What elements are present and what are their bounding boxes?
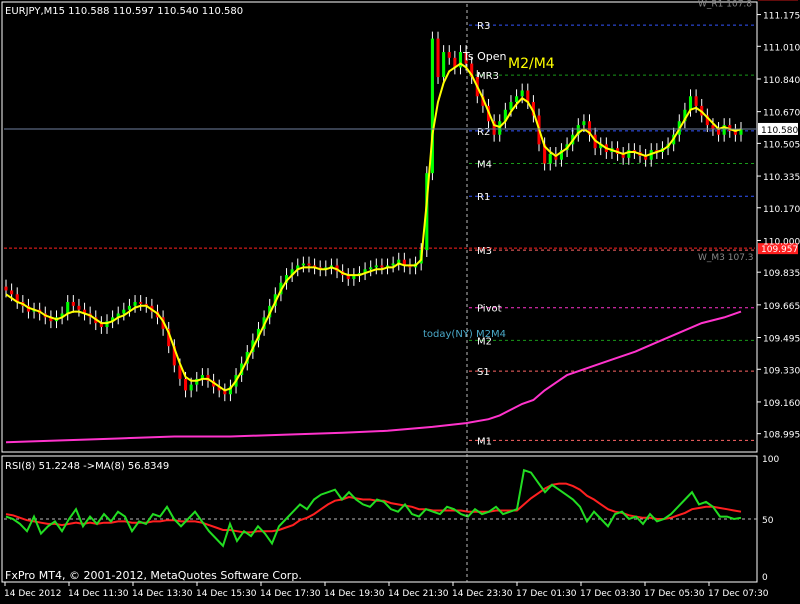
- time-tick-label: 14 Dec 11:30: [68, 589, 129, 599]
- time-tick-label: 17 Dec 05:30: [644, 589, 705, 599]
- pivot-label: M4: [477, 160, 492, 171]
- price-tick-label: 109.835: [763, 269, 800, 279]
- candle-body: [436, 39, 439, 77]
- m2m4-label: M2/M4: [508, 56, 555, 72]
- candle-body: [66, 302, 69, 314]
- time-tick-label: 14 Dec 13:30: [132, 589, 193, 599]
- time-tick-label: 14 Dec 19:30: [324, 589, 385, 599]
- pivot-label: S1: [477, 367, 490, 378]
- price-tick-label: 109.160: [763, 399, 800, 409]
- candle-body: [689, 96, 692, 109]
- candle-body: [139, 302, 142, 304]
- time-tick-label: 17 Dec 01:30: [516, 589, 577, 599]
- candle-body: [695, 96, 698, 106]
- candle-body: [515, 96, 518, 102]
- candle-body: [582, 121, 585, 125]
- ts-open-label: Ts Open: [462, 50, 507, 63]
- candle-body: [442, 52, 445, 77]
- candle-body: [10, 290, 13, 294]
- price-tick-label: 108.995: [763, 431, 800, 441]
- time-tick-label: 14 Dec 17:30: [260, 589, 321, 599]
- price-tick-label: 110.840: [763, 76, 800, 86]
- pivot-label: Pivot: [477, 304, 502, 315]
- symbol-info: EURJPY,M15 110.588 110.597 110.540 110.5…: [5, 6, 243, 17]
- price-tick-label: 109.495: [763, 335, 800, 345]
- current-price-label: 110.580: [761, 126, 798, 136]
- candle-body: [134, 302, 137, 306]
- time-tick-label: 14 Dec 21:30: [388, 589, 449, 599]
- pivot-label: MR3: [477, 71, 499, 82]
- candle-body: [549, 154, 552, 164]
- candle-body: [302, 264, 305, 266]
- candle-body: [448, 52, 451, 58]
- rsi-title: RSI(8) 51.2248 ->MA(8) 56.8349: [5, 461, 169, 472]
- candle-body: [380, 265, 383, 267]
- today-ny-label: today(NY) M2M4: [423, 329, 506, 340]
- pivot-label: R3: [477, 21, 490, 32]
- candle-body: [4, 287, 7, 291]
- price-tick-label: 111.010: [763, 43, 800, 53]
- price-tick-label: 110.335: [763, 173, 800, 183]
- candle-body: [307, 264, 310, 266]
- price-tick-label: 110.670: [763, 109, 800, 119]
- time-tick-label: 14 Dec 15:30: [196, 589, 257, 599]
- candle-body: [72, 302, 75, 306]
- price-tick-label: 110.170: [763, 205, 800, 215]
- rsi-tick-label: 50: [762, 516, 774, 526]
- candle-body: [521, 91, 524, 97]
- candle-body: [190, 385, 193, 391]
- price-tick-label: 111.175: [763, 12, 800, 22]
- pivot-label: R1: [477, 192, 490, 203]
- weekly-level-tag: 111.282: [761, 0, 798, 1]
- candle-body: [122, 310, 125, 314]
- candle-body: [369, 267, 372, 269]
- price-tick-label: 109.665: [763, 302, 800, 312]
- price-tick-label: 110.000: [763, 237, 800, 247]
- pivot-label: M1: [477, 436, 492, 447]
- candle-body: [77, 306, 80, 310]
- rsi-tick-label: 0: [762, 573, 768, 583]
- copyright-text: FxPro MT4, © 2001-2012, MetaQuotes Softw…: [5, 569, 302, 582]
- price-tick-label: 110.505: [763, 140, 800, 150]
- rsi-tick-label: 100: [762, 455, 779, 465]
- candle-body: [128, 306, 131, 310]
- chart-window: R3MR3R2M4R1M3PivotM2S1M1W_R1 107.8111.28…: [0, 0, 800, 600]
- weekly-level-label: W_R1 107.8: [698, 0, 752, 9]
- time-tick-label: 17 Dec 03:30: [580, 589, 641, 599]
- price-tick-label: 109.330: [763, 366, 800, 376]
- candle-body: [392, 264, 395, 266]
- candlestick-chart: R3MR3R2M4R1M3PivotM2S1M1W_R1 107.8111.28…: [0, 0, 800, 600]
- time-tick-label: 14 Dec 23:30: [452, 589, 513, 599]
- candle-body: [375, 265, 378, 267]
- time-tick-label: 17 Dec 07:30: [708, 589, 769, 599]
- time-tick-label: 14 Dec 2012: [4, 589, 62, 599]
- weekly-level-label: W_M3 107.3: [698, 253, 754, 263]
- candle-body: [184, 379, 187, 391]
